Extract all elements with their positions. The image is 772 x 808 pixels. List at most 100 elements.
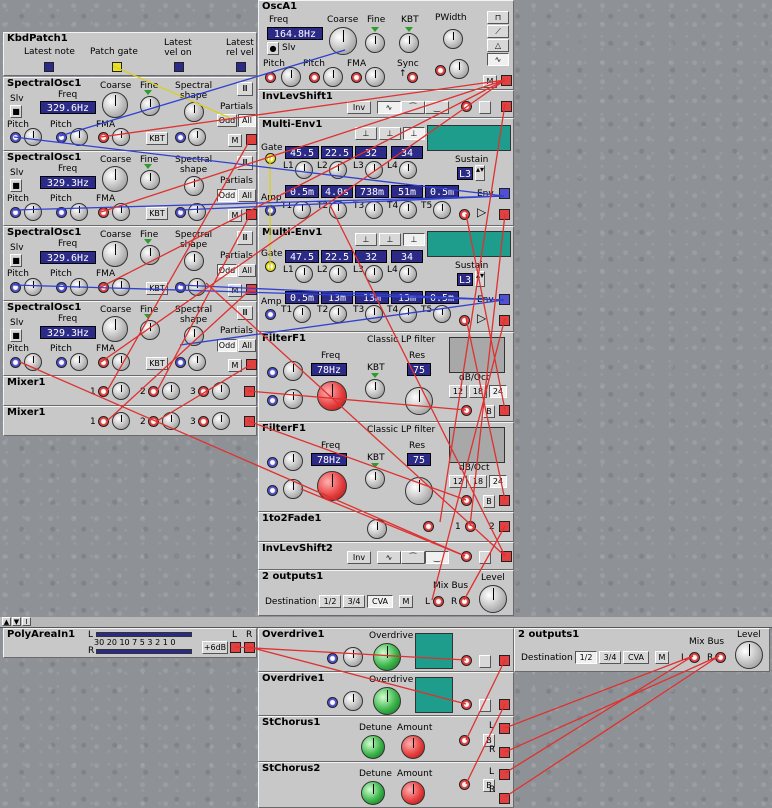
level-shift-output[interactable] [501,101,512,112]
all-button[interactable]: All [238,114,256,127]
scroll-down-icon[interactable]: ▼ [12,617,21,626]
fma-knob[interactable] [112,128,130,146]
env-shape-button-2[interactable]: ⊥ [379,127,401,140]
pitch-input-2[interactable] [56,132,67,143]
detune-knob[interactable] [361,735,385,759]
bypass-button[interactable]: B [483,405,495,418]
l4-knob[interactable] [399,265,417,283]
two-outputs-module[interactable]: 2 outputs1 Destination 1/2 3/4 CVA M Mix… [514,628,770,672]
m-button[interactable]: M [228,284,242,297]
fma-input[interactable] [98,132,109,143]
coarse-knob[interactable] [102,316,128,342]
overdrive-module[interactable]: Overdrive1 Overdrive [258,628,514,672]
scroll-up-icon[interactable]: ▲ [2,617,11,626]
audio-input[interactable] [459,779,470,790]
amp-mod-input[interactable] [459,315,470,326]
fine-knob[interactable] [365,33,385,53]
pitch-knob[interactable] [24,203,42,221]
negative-button[interactable]: ‿ [425,551,449,564]
l3-knob[interactable] [365,265,383,283]
coarse-knob[interactable] [102,241,128,267]
filter-mod-input-1[interactable] [267,367,278,378]
res-knob[interactable] [405,387,433,415]
shape-mod-input[interactable] [175,357,186,368]
bypass-indicator[interactable] [479,699,491,712]
env-shape-button-2[interactable]: ⊥ [379,233,401,246]
dest-cva-button[interactable]: CVA [623,651,649,664]
slv-button[interactable]: ● [267,42,279,55]
audio-output[interactable] [246,134,257,145]
latest-vel-on-output[interactable] [174,62,184,72]
latest-note-output[interactable] [44,62,54,72]
audio-output-r[interactable] [499,747,510,758]
fma-knob[interactable] [112,353,130,371]
bypass-button[interactable]: B [483,495,495,508]
filter-mod-knob-2[interactable] [283,389,303,409]
level-shift-input[interactable] [461,551,472,562]
overdrive-mod-knob[interactable] [343,691,363,711]
wave-saw-button[interactable]: ⟋ [487,25,509,38]
overdrive-mod-input[interactable] [327,697,338,708]
overdrive-mod-input[interactable] [327,653,338,664]
mixer-level-3[interactable] [212,412,230,430]
partials-graph-icon[interactable]: Ⅲ [237,231,253,245]
l1-knob[interactable] [295,161,313,179]
spectral-shape-knob[interactable] [184,176,204,196]
inv-button[interactable]: Inv [347,551,371,564]
amount-knob[interactable] [401,735,425,759]
output-l-input[interactable] [433,596,444,607]
output-r-input[interactable] [715,652,726,663]
t4-knob[interactable] [399,305,417,323]
audio-output[interactable] [499,209,510,220]
dest-12-button[interactable]: 1/2 [575,651,597,664]
stereo-chorus-module[interactable]: StChorus2 Detune Amount B L R [258,762,514,808]
audio-output-l[interactable] [499,769,510,780]
slope-12-button[interactable]: 12 [449,475,467,488]
coarse-knob[interactable] [102,92,128,118]
sustain-display[interactable]: L3 [457,273,473,286]
t1-knob[interactable] [293,305,311,323]
audio-output-l[interactable] [499,723,510,734]
audio-output[interactable] [499,699,510,710]
spectral-shape-knob[interactable] [184,102,204,122]
audio-input[interactable] [461,495,472,506]
output-r-input[interactable] [459,596,470,607]
kbd-patch-module[interactable]: KbdPatch1 Latest note Patch gate Latest v… [3,32,257,76]
audio-input[interactable] [461,655,472,666]
sync-input[interactable] [407,72,418,83]
level-knob[interactable] [735,641,763,669]
shape-mod-knob[interactable] [188,203,206,221]
slope-18-button[interactable]: 18 [469,385,487,398]
pitch-input[interactable] [10,207,21,218]
fma-input[interactable] [98,282,109,293]
pitch-knob-2[interactable] [323,67,343,87]
pitch-input[interactable] [265,72,276,83]
freq-knob[interactable] [317,471,347,501]
bipolar-button[interactable]: ∿ [377,101,401,114]
mixer-input-2[interactable] [148,386,159,397]
gate-input[interactable] [265,261,276,272]
odd-button[interactable]: Odd [217,264,237,277]
spectral-osc-module[interactable]: SpectralOsc1 Slv ■ Freq 329.6Hz Coarse F… [3,77,257,151]
env-shape-button-3[interactable]: ⊥ [403,233,425,246]
pitch-input-2[interactable] [56,282,67,293]
amp-mod-input[interactable] [459,209,470,220]
audio-output-r[interactable] [499,793,510,804]
pitch-input[interactable] [10,282,21,293]
bypass-indicator[interactable] [479,655,491,668]
pitch-input-2[interactable] [309,72,320,83]
amp-input[interactable] [265,309,276,320]
filter-mod-knob-1[interactable] [283,451,303,471]
partials-graph-icon[interactable]: Ⅲ [237,82,253,96]
slope-12-button[interactable]: 12 [449,385,467,398]
kbt-button[interactable]: KBT [146,132,168,145]
t1-knob[interactable] [293,201,311,219]
odd-button[interactable]: Odd [217,189,237,202]
fma-knob[interactable] [112,203,130,221]
output-l-input[interactable] [689,652,700,663]
sustain-display[interactable]: L3 [457,167,473,180]
env-shape-button-1[interactable]: ⊥ [355,127,377,140]
gain-button[interactable]: +6dB [202,641,228,654]
fma-knob[interactable] [365,67,385,87]
mixer-input-1[interactable] [98,416,109,427]
